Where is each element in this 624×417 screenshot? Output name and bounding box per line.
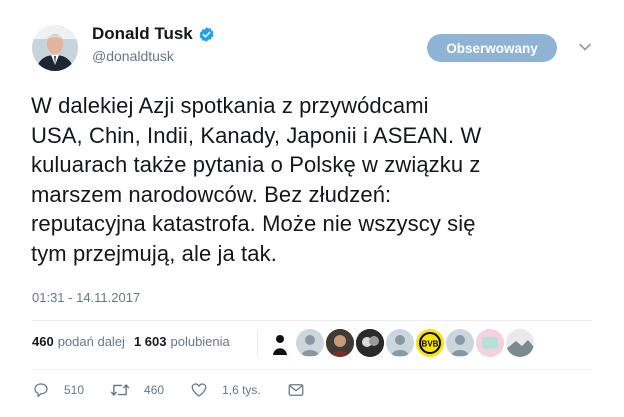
- svg-text:BVB: BVB: [422, 340, 439, 349]
- photo-avatar[interactable]: [326, 329, 354, 357]
- tweet-text-line: W dalekiej Azji spotkania z przywódcami: [31, 93, 429, 118]
- pink-avatar[interactable]: [476, 329, 504, 357]
- tweet-card: Donald Tusk @donaldtusk Obserwowany W da…: [0, 0, 624, 417]
- reply-icon[interactable]: [32, 381, 50, 399]
- author-display-name[interactable]: Donald Tusk: [92, 24, 193, 44]
- like-count: 1,6 tys.: [222, 383, 261, 397]
- default-avatar[interactable]: [386, 329, 414, 357]
- tweet-text-line: USA, Chin, Indii, Kanady, Japonii i ASEA…: [31, 122, 482, 148]
- tweet-text-line: tym przejmują, ale ja tak.: [31, 240, 277, 266]
- author-handle[interactable]: @donaldtusk: [92, 48, 174, 64]
- retweets-label: podań dalej: [57, 334, 125, 349]
- engagement-stats: 460 podań dalej 1 603 polubienia: [32, 334, 239, 349]
- photo-avatar[interactable]: [356, 329, 384, 357]
- likes-stat[interactable]: 1 603 polubienia: [134, 334, 230, 349]
- tweet-timestamp[interactable]: 01:31 - 14.11.2017: [32, 290, 140, 305]
- tweet-text: W dalekiej Azji spotkania z przywódcami …: [31, 91, 601, 268]
- bvb-logo-avatar[interactable]: BVB: [416, 329, 444, 357]
- tweet-text-line: reputacyjna katastrofa. Może nie wszyscy…: [31, 211, 476, 236]
- default-avatar[interactable]: [446, 329, 474, 357]
- landscape-avatar[interactable]: [506, 329, 534, 357]
- reply-count: 510: [64, 383, 85, 397]
- default-avatar[interactable]: [296, 329, 324, 357]
- like-action[interactable]: 1,6 tys.: [190, 381, 261, 399]
- divider: [32, 369, 592, 370]
- direct-message-action[interactable]: [287, 381, 319, 399]
- envelope-icon[interactable]: [287, 381, 305, 399]
- verified-badge-icon: [198, 26, 215, 43]
- liker-avatars: BVB: [266, 329, 536, 357]
- retweet-icon[interactable]: [110, 381, 130, 399]
- tweet-actions: 510 460 1,6 tys.: [32, 381, 345, 399]
- author-name-row: Donald Tusk: [92, 24, 215, 44]
- stats-separator: [257, 330, 258, 356]
- profile-avatar[interactable]: [32, 25, 78, 71]
- following-button[interactable]: Obserwowany: [427, 34, 557, 62]
- retweet-count: 460: [144, 383, 165, 397]
- silhouette-avatar[interactable]: [266, 329, 294, 357]
- retweet-action[interactable]: 460: [110, 381, 164, 399]
- retweets-stat[interactable]: 460 podań dalej: [32, 334, 125, 349]
- retweets-count: 460: [32, 334, 54, 349]
- tweet-text-line: marszem narodowców. Bez złudzeń:: [31, 181, 392, 207]
- likes-label: polubienia: [170, 334, 230, 349]
- chevron-down-icon[interactable]: [578, 40, 592, 54]
- reply-action[interactable]: 510: [32, 381, 84, 399]
- likes-count: 1 603: [133, 334, 167, 349]
- divider: [32, 320, 592, 321]
- tweet-text-line: kuluarach także pytania o Polskę w związ…: [31, 152, 481, 177]
- heart-icon[interactable]: [190, 381, 208, 399]
